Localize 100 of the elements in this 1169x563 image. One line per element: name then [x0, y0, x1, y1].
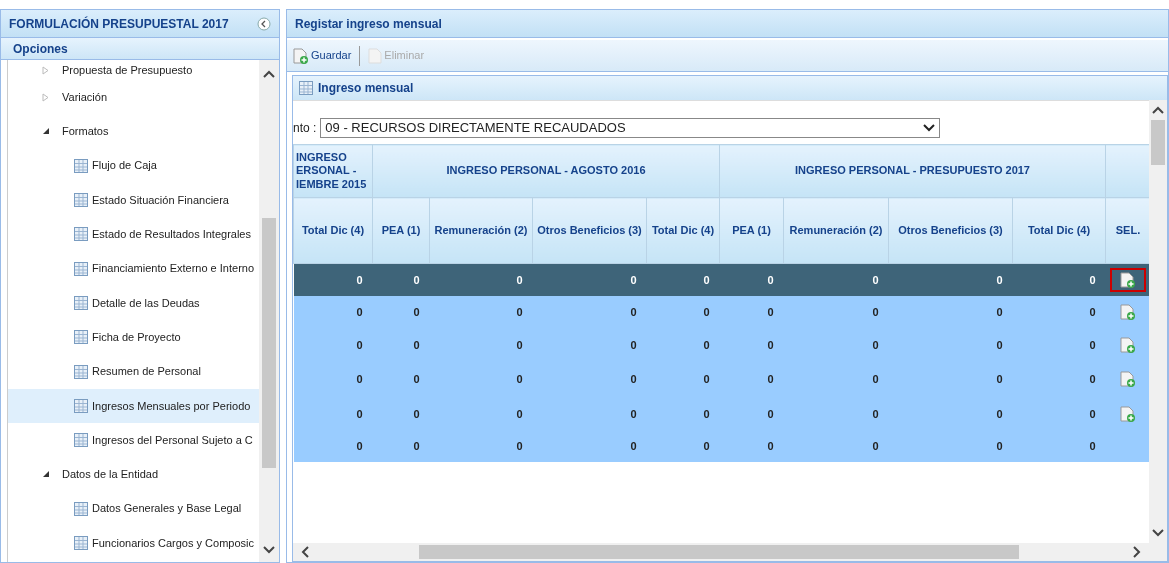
table-icon	[299, 81, 313, 95]
table-cell: 0	[532, 295, 647, 330]
table-icon	[74, 536, 88, 550]
scroll-up-icon[interactable]	[1152, 106, 1164, 114]
scroll-down-icon[interactable]	[263, 546, 275, 554]
add-document-icon	[1120, 271, 1136, 288]
collapsed-icon[interactable]	[42, 65, 50, 75]
panel-title: Registar ingreso mensual	[287, 10, 1168, 38]
column-header: Otros Beneficios (3)	[532, 197, 647, 264]
table-cell: 0	[293, 263, 373, 296]
table-cell: 0	[783, 431, 889, 462]
expanded-icon[interactable]	[42, 127, 50, 136]
table-cell: 0	[429, 295, 533, 330]
tree-item[interactable]: Datos Generales y Base Legal	[8, 491, 259, 526]
table-cell: 0	[888, 295, 1013, 330]
table-cell: 0	[646, 431, 720, 462]
field-label: nto :	[293, 119, 317, 137]
table-cell: 0	[532, 263, 647, 296]
add-document-button[interactable]	[1110, 267, 1146, 292]
grid-title: Ingreso mensual	[318, 80, 414, 97]
table-cell: 0	[888, 431, 1013, 462]
table-icon	[74, 227, 88, 242]
tree-item[interactable]: Funcionarios Cargos y Composic	[8, 525, 259, 561]
table-cell: 0	[783, 361, 889, 398]
table-cell: 0	[1012, 361, 1106, 398]
table-icon	[74, 501, 88, 516]
add-document-icon	[1120, 337, 1136, 354]
tree-item[interactable]: Ingresos del Personal Sujeto a C	[8, 422, 259, 458]
table-cell: 0	[783, 397, 889, 432]
table-cell: 0	[719, 263, 784, 296]
scrollbar-thumb[interactable]	[419, 545, 1019, 559]
expanded-icon[interactable]	[42, 470, 50, 479]
scroll-down-icon[interactable]	[1152, 529, 1164, 537]
collapse-icon[interactable]	[257, 16, 271, 31]
scrollbar[interactable]	[293, 543, 1149, 561]
table-cell: 0	[719, 361, 784, 398]
save-button[interactable]: Guardar	[293, 47, 352, 64]
tree-folder[interactable]: Propuesta de Presupuesto	[8, 60, 259, 80]
column-group-header: INGRESO PERSONAL - PRESUPUESTO 2017	[719, 144, 1106, 198]
table-cell: 0	[1012, 431, 1106, 462]
scroll-left-icon[interactable]	[301, 546, 309, 558]
section-header: Opciones	[1, 38, 279, 60]
tree-item[interactable]: Detalle de las Deudas	[8, 285, 259, 321]
table-icon	[74, 330, 88, 345]
table-icon	[74, 158, 88, 173]
table-row[interactable]: 0 0 0 0 0 0 0 0 0	[293, 431, 1151, 462]
column-header: Total Dic (4)	[646, 197, 720, 264]
document-icon	[368, 47, 383, 64]
scrollbar[interactable]	[259, 60, 279, 562]
chevron-icon	[923, 123, 936, 132]
table-cell: 0	[646, 329, 720, 362]
table-cell: 0	[429, 329, 533, 362]
tree-folder[interactable]: Datos de la Entidad	[8, 457, 259, 492]
budget-source-dropdown[interactable]: 09 - RECURSOS DIRECTAMENTE RECAUDADOS	[320, 117, 941, 138]
tree-item[interactable]: Resumen de Personal	[8, 354, 259, 389]
table-cell: 0	[372, 431, 430, 462]
column-header: PEA (1)	[372, 197, 430, 264]
tree-item[interactable]: Ficha de Proyecto	[8, 320, 259, 355]
column-header: PEA (1)	[719, 197, 784, 264]
table-cell: 0	[293, 397, 373, 432]
table-row[interactable]: 0 0 0 0 0 0 0 0 0	[293, 361, 1151, 398]
table-icon	[74, 433, 88, 448]
table-cell: 0	[429, 361, 533, 398]
scroll-right-icon[interactable]	[1133, 546, 1141, 558]
column-group-header: INGRESO PERSONAL - AGOSTO 2016	[372, 144, 720, 198]
table-cell: 0	[783, 295, 889, 330]
table-row[interactable]: 0 0 0 0 0 0 0 0 0	[293, 263, 1151, 296]
table-cell: 0	[646, 263, 720, 296]
table-cell: 0	[532, 431, 647, 462]
table-cell: 0	[783, 329, 889, 362]
scroll-up-icon[interactable]	[263, 70, 275, 78]
table-row[interactable]: 0 0 0 0 0 0 0 0 0	[293, 295, 1151, 330]
tree-folder[interactable]: Variación	[8, 80, 259, 115]
collapsed-icon[interactable]	[42, 92, 50, 102]
table-cell: 0	[719, 329, 784, 362]
tree-item[interactable]: Estado de Resultados Integrales	[8, 217, 259, 252]
table-cell: 0	[293, 361, 373, 398]
scrollbar-thumb[interactable]	[1151, 120, 1165, 165]
tree-item[interactable]: Financiamiento Externo e Interno	[8, 251, 259, 286]
table-cell: 0	[293, 295, 373, 330]
table-cell: 0	[532, 397, 647, 432]
tree-folder[interactable]: Formatos	[8, 114, 259, 149]
table-cell: 0	[719, 397, 784, 432]
scrollbar-thumb[interactable]	[262, 218, 276, 468]
column-group-header: INGRESO ERSONAL - IEMBRE 2015	[293, 144, 373, 198]
add-document-icon	[1120, 304, 1136, 321]
table-cell: 0	[372, 361, 430, 398]
table-row[interactable]: 0 0 0 0 0 0 0 0 0	[293, 397, 1151, 432]
tree-item[interactable]: Flujo de Caja	[8, 148, 259, 183]
table-cell: 0	[888, 329, 1013, 362]
scrollbar[interactable]	[1149, 100, 1167, 561]
table-cell: 0	[1012, 295, 1106, 330]
tree-item[interactable]: Ingresos Mensuales por Periodo	[8, 388, 259, 423]
column-header: Otros Beneficios (3)	[888, 197, 1013, 264]
table-cell: 0	[1012, 263, 1106, 296]
table-row[interactable]: 0 0 0 0 0 0 0 0 0	[293, 329, 1151, 362]
table-icon	[74, 364, 88, 379]
column-header: Remuneración (2)	[783, 197, 889, 264]
tree-item[interactable]: Estado Situación Financiera	[8, 182, 259, 218]
table-cell: 0	[888, 263, 1013, 296]
